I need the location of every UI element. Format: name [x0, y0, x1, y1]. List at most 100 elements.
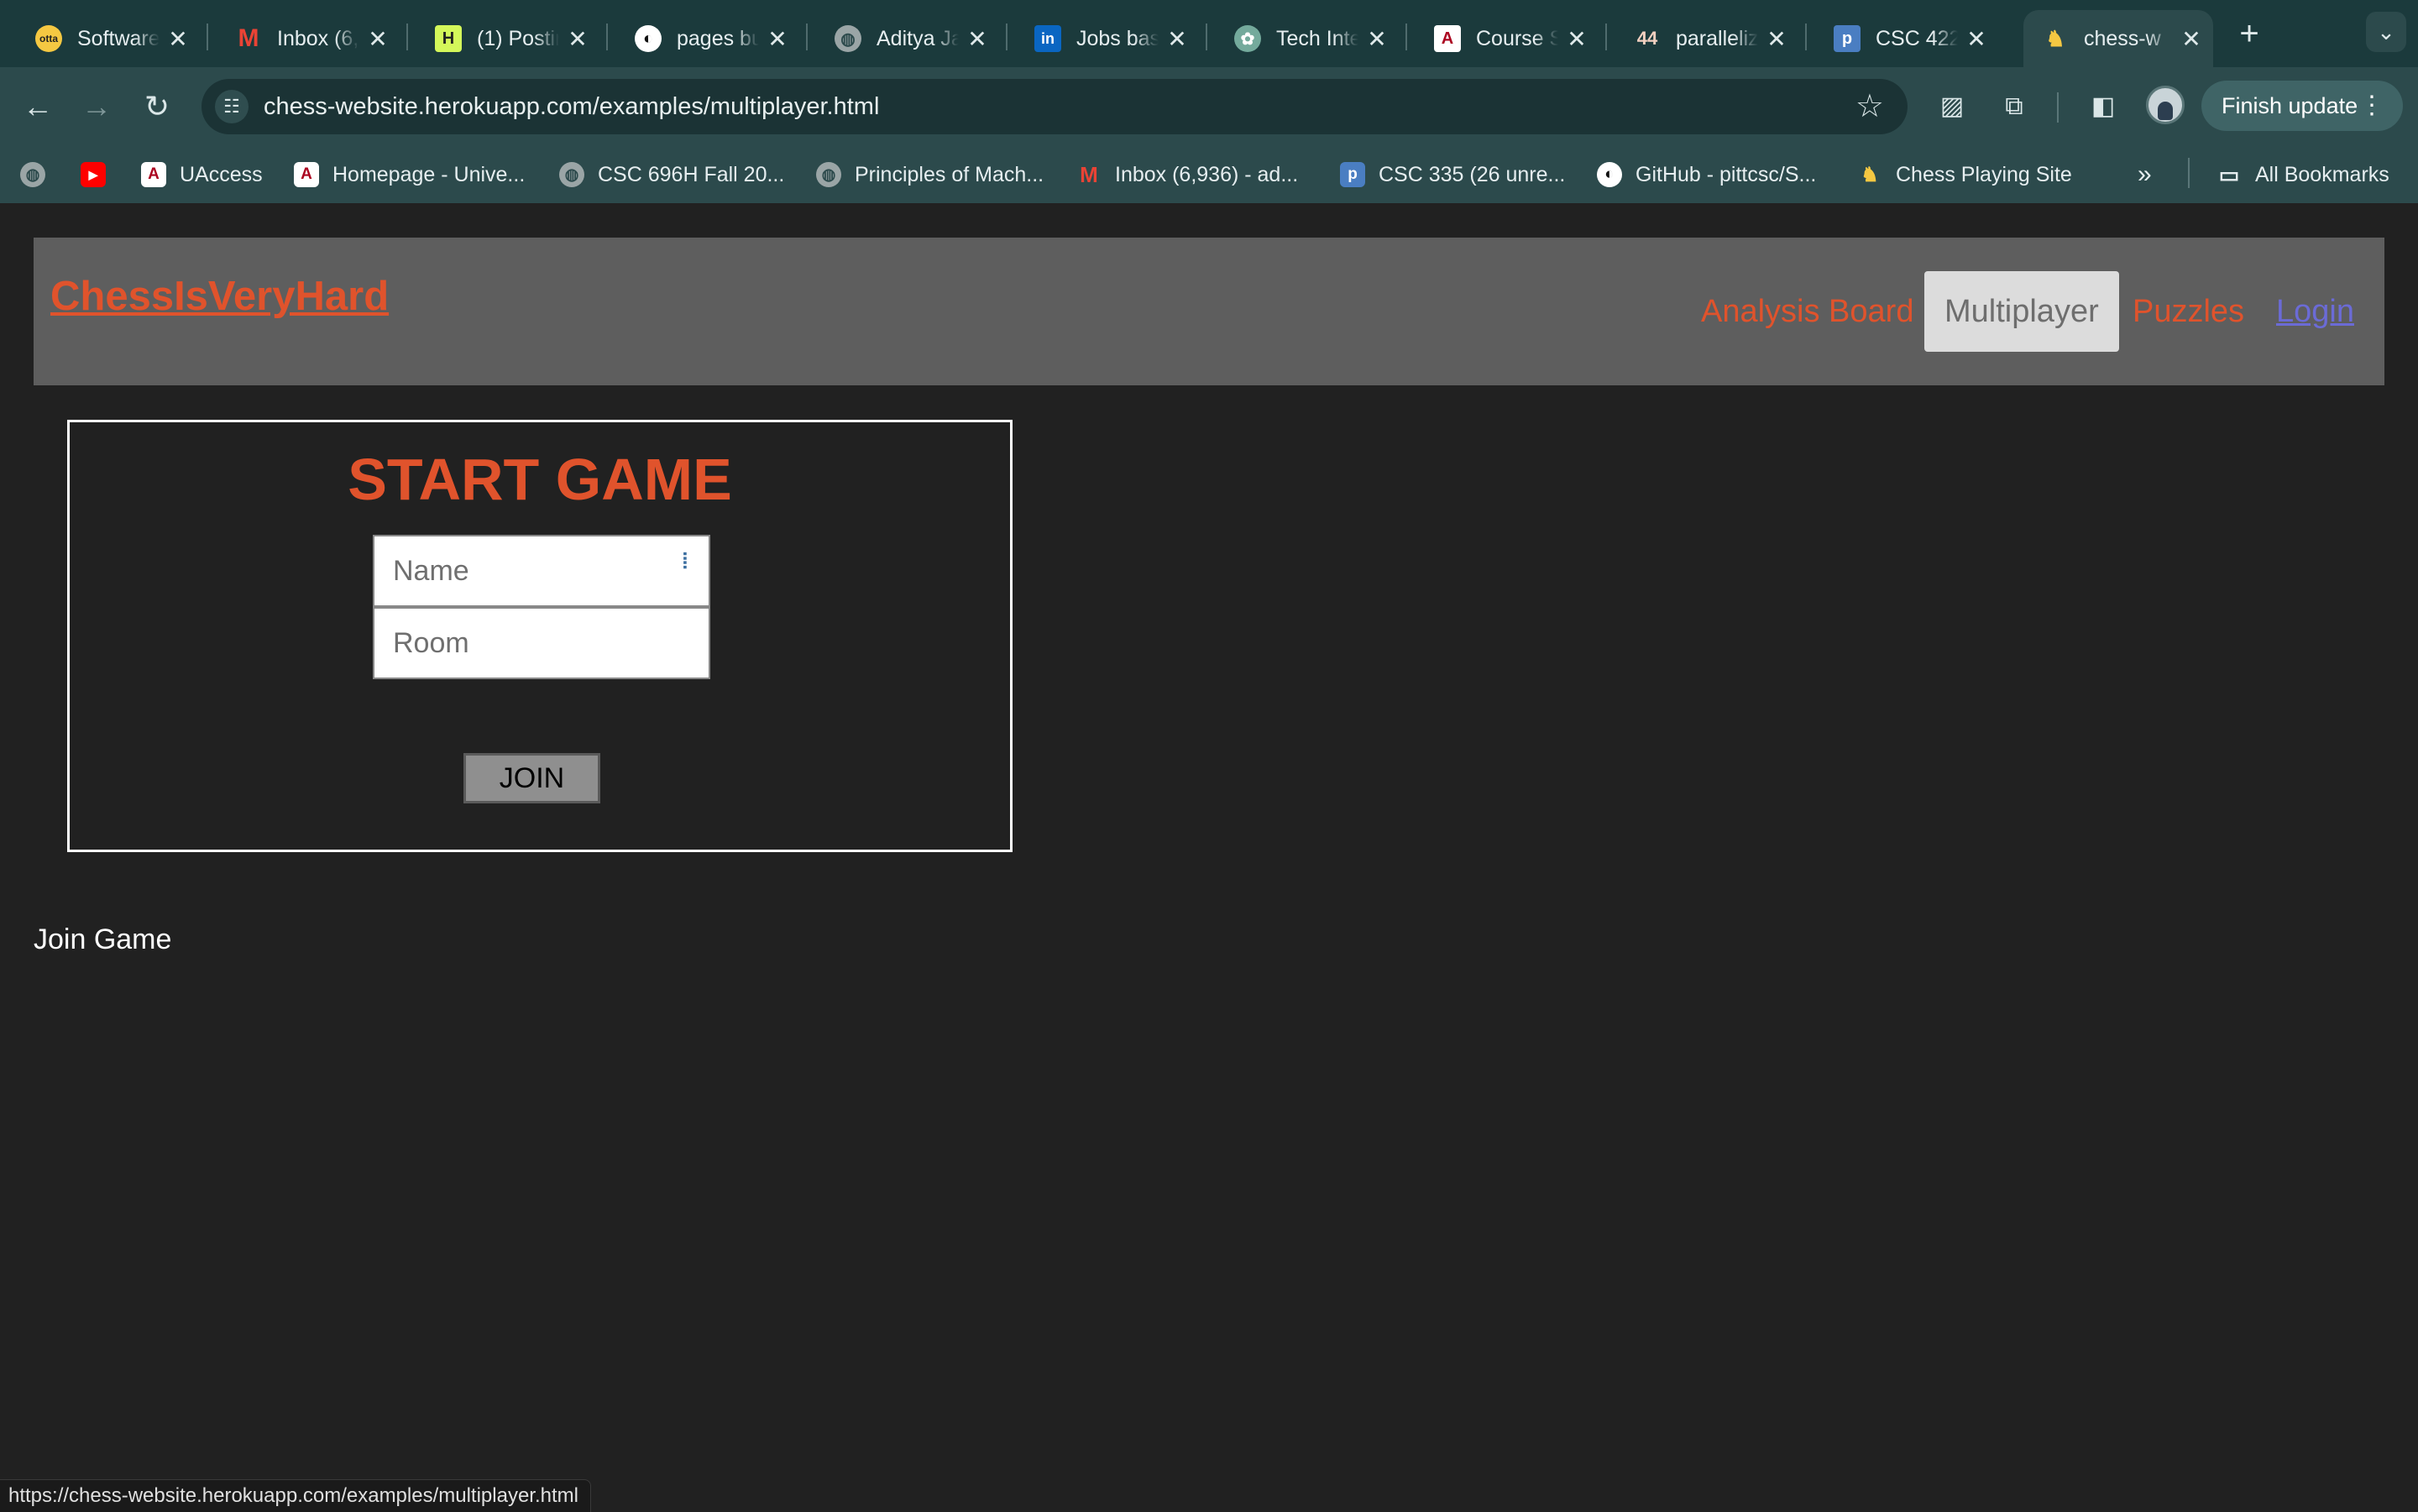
- close-icon[interactable]: ✕: [766, 25, 789, 53]
- close-icon[interactable]: ✕: [966, 25, 989, 53]
- github-icon: ◐: [635, 25, 662, 52]
- name-input[interactable]: [373, 535, 710, 607]
- bookmark-globe[interactable]: ◍: [20, 158, 59, 191]
- close-icon[interactable]: ✕: [2180, 25, 2203, 53]
- tab-title: Inbox (6,: [277, 26, 359, 50]
- toolbar-divider: [2057, 92, 2059, 123]
- bookmark-label: Principles of Mach...: [855, 162, 1044, 186]
- piazza-icon: p: [1340, 162, 1365, 187]
- close-icon[interactable]: ✕: [1765, 25, 1788, 53]
- arizona-icon: A: [141, 162, 166, 187]
- bookmark-label: CSC 335 (26 unre...: [1379, 162, 1566, 186]
- nav-analysis-board[interactable]: Analysis Board: [1701, 271, 1913, 352]
- arizona-icon: A: [1434, 25, 1461, 52]
- tab-inbox[interactable]: M Inbox (6, ✕: [217, 10, 400, 67]
- tab-separator: [806, 24, 808, 50]
- tab-parallel[interactable]: 44 paralleliz ✕: [1615, 10, 1798, 67]
- bookmark-label: Homepage - Unive...: [332, 162, 526, 186]
- globe-icon: ◍: [20, 162, 45, 187]
- puzzle-icon[interactable]: ⧉: [1995, 87, 2033, 126]
- tab-title: Course S: [1476, 26, 1558, 50]
- h-icon: H: [435, 25, 462, 52]
- forward-icon[interactable]: →: [76, 86, 118, 128]
- tab-course[interactable]: A Course S ✕: [1416, 10, 1599, 67]
- bookmark-label: GitHub - pittcsc/S...: [1636, 162, 1817, 186]
- start-game-title: START GAME: [348, 447, 732, 512]
- bookmark-github[interactable]: ◐ GitHub - pittcsc/S...: [1597, 158, 1816, 191]
- globe-icon: ◍: [835, 25, 861, 52]
- close-icon[interactable]: ✕: [366, 25, 390, 53]
- tab-aditya[interactable]: ◍ Aditya Ja ✕: [816, 10, 999, 67]
- close-icon[interactable]: ✕: [566, 25, 589, 53]
- tab-csc422[interactable]: p CSC 422 ✕: [1815, 10, 1998, 67]
- tab-title: (1) Postin: [477, 26, 559, 50]
- linkedin-icon: in: [1034, 25, 1061, 52]
- tab-separator: [406, 24, 408, 50]
- close-icon[interactable]: ✕: [1365, 25, 1389, 53]
- back-icon[interactable]: ←: [17, 86, 59, 128]
- otta-icon: otta: [35, 25, 62, 52]
- chess-icon: ♞: [2045, 25, 2065, 51]
- nav-multiplayer[interactable]: Multiplayer: [1924, 271, 2119, 352]
- tab-pages[interactable]: ◐ pages bu ✕: [616, 10, 799, 67]
- close-icon[interactable]: ✕: [1965, 25, 1988, 53]
- tab-software[interactable]: otta Software ✕: [17, 10, 200, 67]
- tab-title: Aditya Ja: [877, 26, 959, 50]
- site-info-icon[interactable]: ☷: [215, 90, 249, 123]
- join-button[interactable]: JOIN: [463, 753, 600, 803]
- github-icon: ◐: [1597, 162, 1622, 187]
- nav-login[interactable]: Login: [2276, 271, 2354, 352]
- bookmark-csc696h[interactable]: ◍ CSC 696H Fall 20...: [559, 158, 784, 191]
- bookmark-star-icon[interactable]: ☆: [1855, 87, 1884, 125]
- piazza-icon: p: [1834, 25, 1861, 52]
- profile-avatar[interactable]: [2146, 86, 2185, 124]
- tab-separator: [207, 24, 208, 50]
- site-logo-link[interactable]: ChessIsVeryHard: [50, 273, 389, 320]
- close-icon[interactable]: ✕: [1565, 25, 1588, 53]
- tab-search-button[interactable]: ⌄: [2366, 12, 2406, 52]
- folder-icon: ▭: [2218, 161, 2240, 187]
- close-icon[interactable]: ✕: [1165, 25, 1189, 53]
- tab-separator: [1006, 24, 1008, 50]
- autofill-icon[interactable]: ⦙: [683, 548, 701, 573]
- nav-puzzles[interactable]: Puzzles: [2133, 271, 2244, 352]
- youtube-icon: ▶: [81, 162, 106, 187]
- tab-separator: [606, 24, 608, 50]
- all-bookmarks-button[interactable]: ▭ All Bookmarks: [2216, 158, 2389, 191]
- tab-chess-active[interactable]: ♞ chess-w ✕: [2023, 10, 2213, 67]
- bookmark-principles[interactable]: ◍ Principles of Mach...: [816, 158, 1044, 191]
- bookmark-uaccess[interactable]: A UAccess: [141, 158, 263, 191]
- finish-update-button[interactable]: Finish update ⋮: [2201, 81, 2403, 131]
- tab-separator: [1405, 24, 1407, 50]
- address-bar[interactable]: ☷ chess-website.herokuapp.com/examples/m…: [202, 79, 1908, 134]
- gmail-icon: M: [238, 24, 259, 52]
- bookmarks-overflow-icon[interactable]: »: [2138, 158, 2152, 191]
- extension-icon[interactable]: ▨: [1933, 87, 1971, 126]
- url-text[interactable]: chess-website.herokuapp.com/examples/mul…: [264, 93, 879, 121]
- bookmark-homepage[interactable]: A Homepage - Unive...: [294, 158, 525, 191]
- bookmark-label: UAccess: [180, 162, 263, 186]
- tab-title: pages bu: [677, 26, 759, 50]
- bookmark-csc335[interactable]: p CSC 335 (26 unre...: [1340, 158, 1565, 191]
- bookmark-chess[interactable]: ♞ Chess Playing Site: [1857, 158, 2072, 191]
- tab-strip: otta Software ✕ M Inbox (6, ✕ H (1) Post…: [0, 0, 2418, 67]
- room-input[interactable]: [373, 607, 710, 679]
- status-url-bar: https://chess-website.herokuapp.com/exam…: [0, 1479, 591, 1512]
- bookmark-inbox[interactable]: M Inbox (6,936) - ad...: [1076, 158, 1298, 191]
- tab-separator: [1605, 24, 1607, 50]
- tab-jobs[interactable]: in Jobs bas ✕: [1016, 10, 1199, 67]
- bookmark-label: CSC 696H Fall 20...: [598, 162, 785, 186]
- close-icon[interactable]: ✕: [166, 25, 190, 53]
- bookmarks-divider: [2188, 158, 2190, 188]
- reload-icon[interactable]: ↻: [136, 86, 178, 128]
- chess-icon: ♞: [1861, 163, 1879, 186]
- bookmark-youtube[interactable]: ▶: [81, 158, 119, 191]
- bookmarks-bar: ◍ ▶ A UAccess A Homepage - Unive... ◍ CS…: [0, 144, 2418, 203]
- tab-title: paralleliz: [1676, 26, 1758, 50]
- tab-tech[interactable]: ✿ Tech Inte ✕: [1216, 10, 1399, 67]
- tab-separator: [1805, 24, 1807, 50]
- globe-icon: ◍: [816, 162, 841, 187]
- tab-posting[interactable]: H (1) Postin ✕: [416, 10, 599, 67]
- side-panel-icon[interactable]: ◧: [2084, 87, 2122, 126]
- new-tab-button[interactable]: +: [2229, 15, 2269, 55]
